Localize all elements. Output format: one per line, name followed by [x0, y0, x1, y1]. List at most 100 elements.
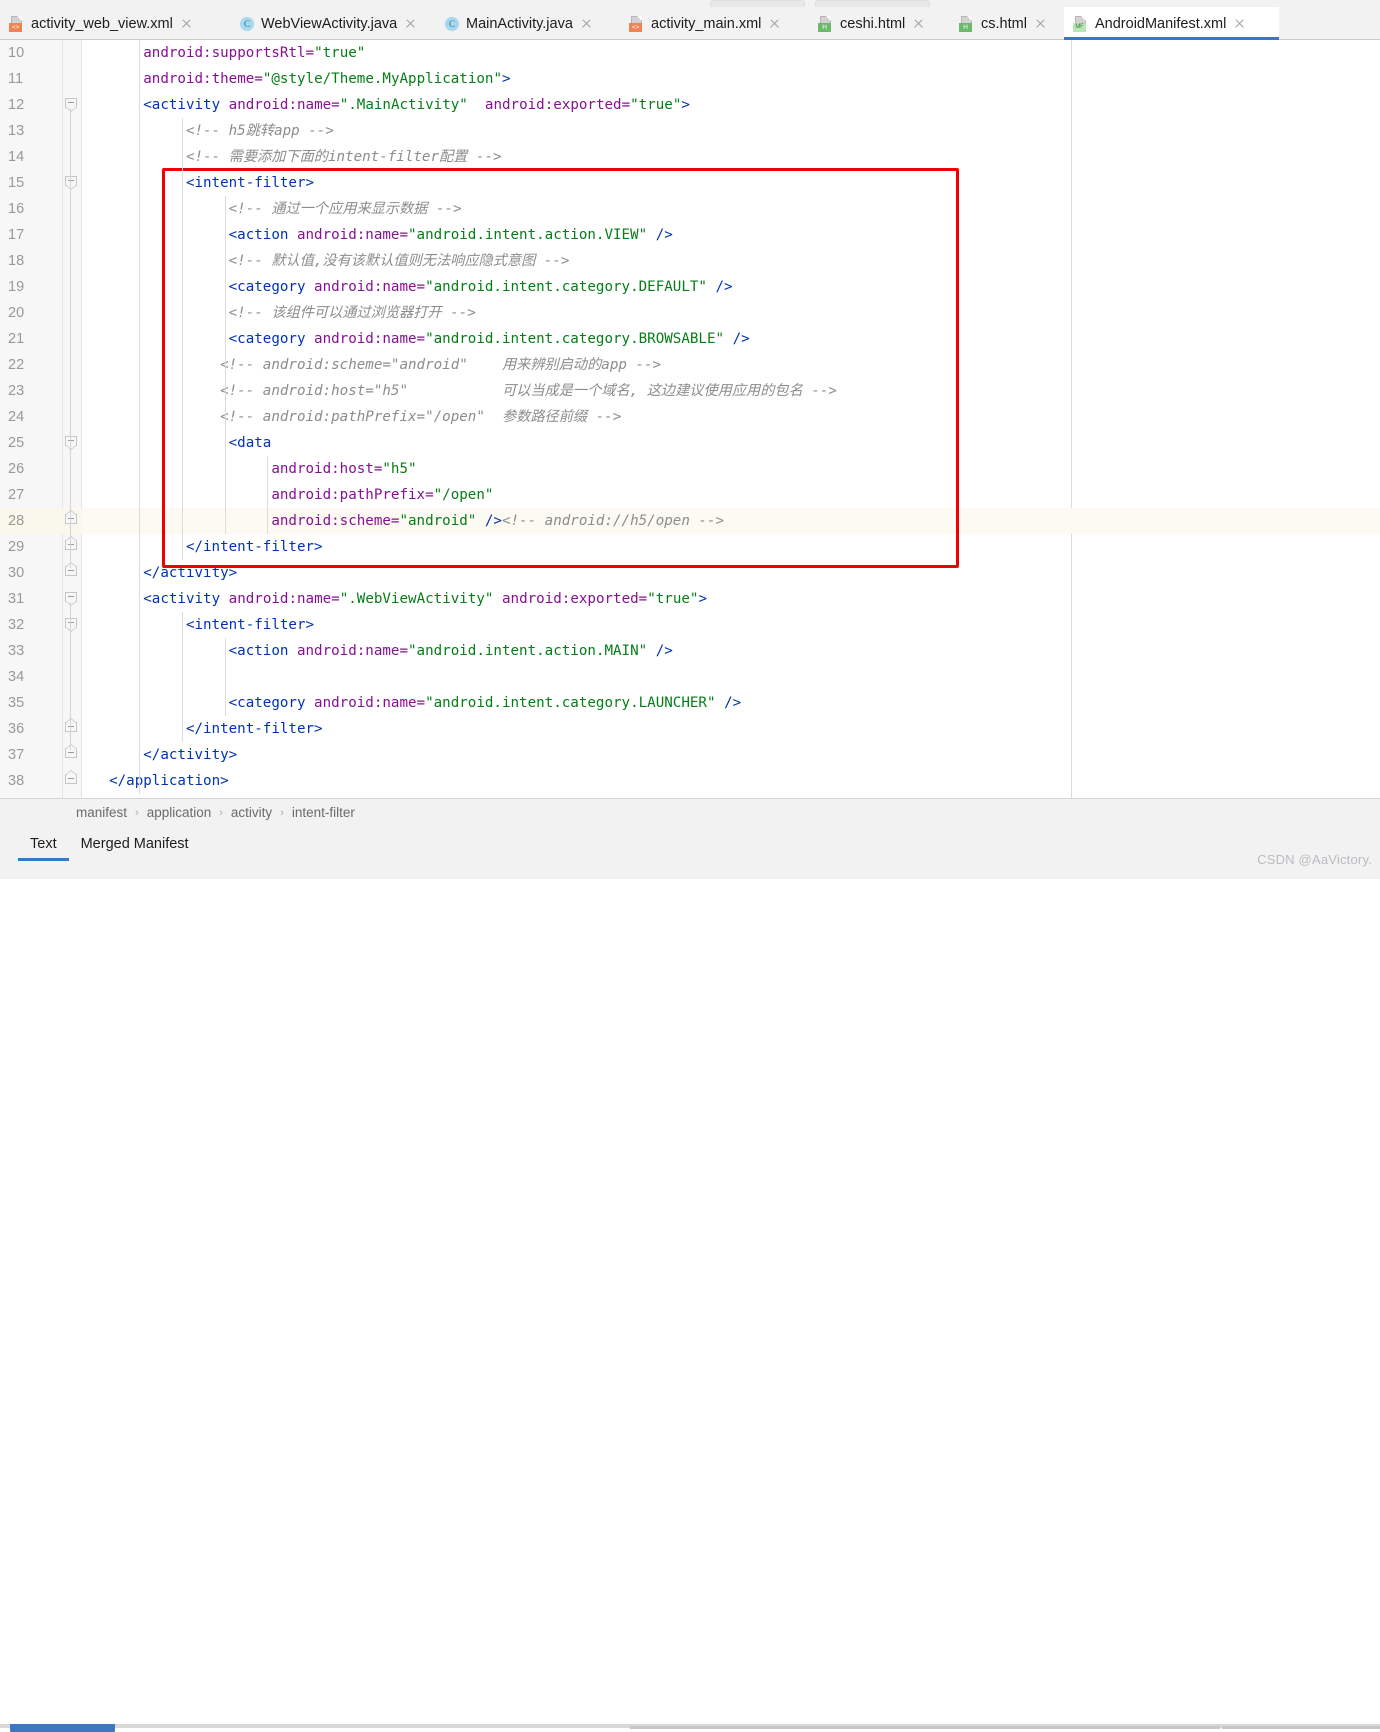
code-line-24[interactable]: 24 <!-- android:pathPrefix="/open" 参数路径前缀… [0, 404, 1380, 430]
breadcrumb-item-activity[interactable]: activity [231, 805, 272, 820]
breadcrumb-item-intent-filter[interactable]: intent-filter [292, 805, 355, 820]
line-number: 11 [8, 71, 24, 87]
code-line-21[interactable]: 21 <category android:name="android.intent… [0, 326, 1380, 352]
token-cmt: <!-- 默认值,没有该默认值则无法响应隐式意图 --> [228, 253, 570, 269]
tab-activity-web-view-xml[interactable]: <> activity_web_view.xml [0, 7, 230, 40]
breadcrumb-item-manifest[interactable]: manifest [76, 805, 127, 820]
close-icon[interactable] [580, 17, 593, 30]
code-lines[interactable]: 10 android:supportsRtl="true" 11 android:th… [0, 40, 1380, 794]
token-punc [716, 695, 725, 711]
code-line-29[interactable]: 29 </intent-filter> [0, 534, 1380, 560]
token-punc [476, 513, 485, 529]
close-icon[interactable] [912, 17, 925, 30]
fold-collapse-marker[interactable] [64, 436, 78, 450]
code-line-32[interactable]: 32 <intent-filter> [0, 612, 1380, 638]
code-line-10[interactable]: 10 android:supportsRtl="true" [0, 40, 1380, 66]
code-line-38[interactable]: 38 </application> [0, 768, 1380, 794]
code-line-16[interactable]: 16 <!-- 通过一个应用来显示数据 --> [0, 196, 1380, 222]
close-icon[interactable] [1034, 17, 1047, 30]
code-line-18[interactable]: 18 <!-- 默认值,没有该默认值则无法响应隐式意图 --> [0, 248, 1380, 274]
tab-webviewactivity-java[interactable]: C WebViewActivity.java [230, 7, 435, 40]
minus-icon [68, 726, 74, 727]
fold-end-marker[interactable] [64, 536, 78, 554]
line-number: 26 [8, 461, 25, 477]
fold-collapse-marker[interactable] [64, 618, 78, 632]
code-line-35[interactable]: 35 <category android:name="android.intent… [0, 690, 1380, 716]
code-line-22[interactable]: 22 <!-- android:scheme="android" 用来辨别启动的a… [0, 352, 1380, 378]
fold-end-marker[interactable] [64, 562, 78, 580]
code-line-20[interactable]: 20 <!-- 该组件可以通过浏览器打开 --> [0, 300, 1380, 326]
code-line-30[interactable]: 30 </activity> [0, 560, 1380, 586]
close-icon[interactable] [404, 17, 417, 30]
token-punc [647, 227, 656, 243]
code-line-26[interactable]: 26 android:host="h5" [0, 456, 1380, 482]
background-tab-0[interactable] [710, 0, 805, 7]
background-tab-row [0, 0, 1380, 7]
code-line-25[interactable]: 25 <data [0, 430, 1380, 456]
code-line-36[interactable]: 36 </intent-filter> [0, 716, 1380, 742]
editor-view-tabs[interactable]: Text Merged Manifest [0, 826, 1380, 862]
token-tag: > [502, 71, 511, 87]
token-tag: > [681, 97, 690, 113]
code-line-23[interactable]: 23 <!-- android:host="h5" 可以当成是一个域名, 这边建议… [0, 378, 1380, 404]
code-line-37[interactable]: 37 </activity> [0, 742, 1380, 768]
code-editor[interactable]: 10 android:supportsRtl="true" 11 android:th… [0, 40, 1380, 798]
html-file-icon: H [818, 15, 834, 32]
code-line-17[interactable]: 17 <action android:name="android.intent.a… [0, 222, 1380, 248]
file-type-badge: MF [1073, 22, 1086, 32]
code-line-31[interactable]: 31 <activity android:name=".WebViewActivi… [0, 586, 1380, 612]
class-badge: C [445, 16, 459, 31]
tab-cs-html[interactable]: Hcs.html [950, 7, 1064, 40]
fold-tip [65, 107, 77, 112]
close-icon[interactable] [768, 17, 781, 30]
code-line-34[interactable]: 34 [0, 664, 1380, 690]
breadcrumb-separator: › [135, 806, 139, 819]
fold-collapse-marker[interactable] [64, 176, 78, 190]
code-text: <!-- 通过一个应用来显示数据 --> [229, 196, 462, 222]
view-tab-text[interactable]: Text [18, 826, 69, 862]
fold-end-marker[interactable] [64, 510, 78, 528]
close-icon[interactable] [1233, 17, 1246, 30]
line-number: 13 [8, 123, 25, 139]
class-badge: C [240, 16, 254, 31]
token-str: ".MainActivity" [339, 97, 468, 113]
fold-collapse-marker[interactable] [64, 98, 78, 112]
tab-activity-main-xml[interactable]: <> activity_main.xml [620, 7, 809, 40]
token-tag: > [698, 591, 708, 607]
tab-androidmanifest-xml[interactable]: MF AndroidManifest.xml [1064, 7, 1279, 40]
fold-end-marker[interactable] [64, 770, 78, 788]
fold-end-marker[interactable] [64, 718, 78, 736]
code-text: </intent-filter> [186, 534, 323, 560]
close-icon[interactable] [180, 17, 193, 30]
indent-guide [139, 40, 141, 794]
breadcrumb-item-application[interactable]: application [147, 805, 212, 820]
open-file-tabs[interactable]: <> activity_web_view.xml C WebViewActivity.… [0, 7, 1279, 40]
token-attr: android:exported= [502, 591, 648, 607]
tab-mainactivity-java[interactable]: C MainActivity.java [435, 7, 620, 40]
tab-label: activity_web_view.xml [31, 15, 173, 32]
horizontal-scrollbar-thumb[interactable] [10, 1724, 115, 1732]
code-line-15[interactable]: 15 <intent-filter> [0, 170, 1380, 196]
code-line-33[interactable]: 33 <action android:name="android.intent.a… [0, 638, 1380, 664]
code-line-19[interactable]: 19 <category android:name="android.intent… [0, 274, 1380, 300]
code-line-28[interactable]: 28 android:scheme="android" /><!-- androi… [0, 508, 1380, 534]
code-text: android:supportsRtl="true" [143, 40, 365, 66]
line-number: 34 [8, 669, 25, 685]
code-line-12[interactable]: 12 <activity android:name=".MainActivity"… [0, 92, 1380, 118]
fold-end-marker[interactable] [64, 744, 78, 762]
fold-collapse-marker[interactable] [64, 592, 78, 606]
file-type-badge: <> [629, 22, 642, 32]
line-number: 23 [8, 383, 25, 399]
code-line-14[interactable]: 14 <!-- 需要添加下面的intent-filter配置 --> [0, 144, 1380, 170]
token-attr: android:theme= [143, 71, 263, 87]
line-number: 18 [8, 253, 25, 269]
code-line-11[interactable]: 11 android:theme="@style/Theme.MyApplicat… [0, 66, 1380, 92]
code-line-27[interactable]: 27 android:pathPrefix="/open" [0, 482, 1380, 508]
view-tab-merged-manifest[interactable]: Merged Manifest [69, 826, 201, 862]
background-tab-1[interactable] [815, 0, 930, 7]
line-number: 37 [8, 747, 25, 763]
tab-ceshi-html[interactable]: Hceshi.html [809, 7, 950, 40]
fold-tip [65, 445, 77, 450]
code-line-13[interactable]: 13 <!-- h5跳转app --> [0, 118, 1380, 144]
breadcrumb[interactable]: manifest › application › activity › intent-fil… [0, 798, 1380, 826]
